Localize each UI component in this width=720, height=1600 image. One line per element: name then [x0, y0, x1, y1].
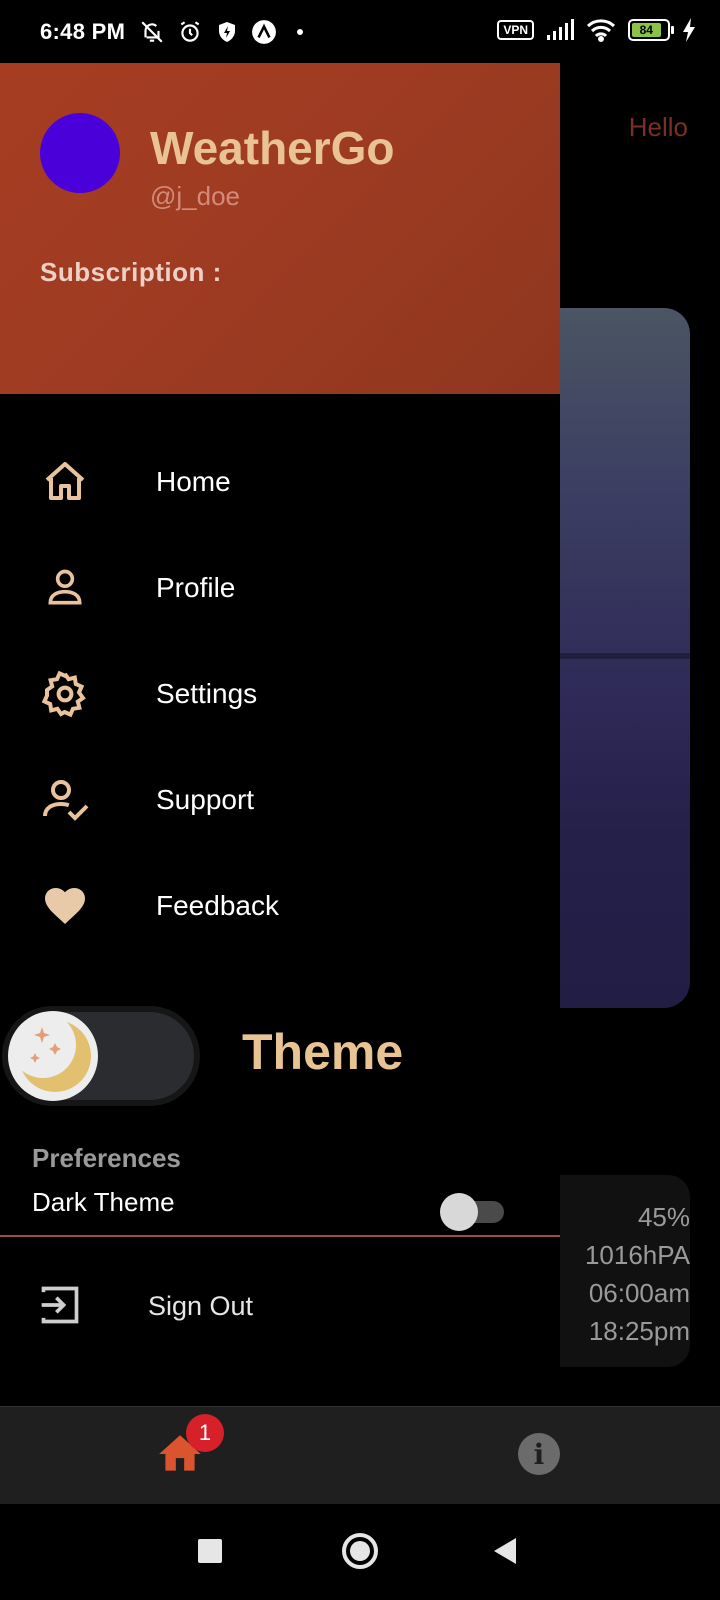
- dark-theme-switch[interactable]: [440, 1193, 506, 1231]
- notification-badge: 1: [186, 1414, 224, 1452]
- app-a-icon: [252, 20, 277, 44]
- status-time: 6:48 PM: [40, 19, 126, 44]
- dot-icon: [297, 29, 304, 35]
- charging-icon: [683, 18, 695, 42]
- menu-item-profile[interactable]: Profile: [0, 535, 560, 641]
- home-icon: [40, 457, 90, 507]
- bell-muted-icon: [141, 21, 163, 43]
- status-left-icons: [139, 19, 304, 45]
- drawer-header: WeatherGo @j_doe Subscription :: [0, 63, 560, 394]
- status-bar: 6:48 PM VPN 84: [0, 0, 720, 64]
- menu-item-label: Feedback: [156, 890, 279, 921]
- vpn-badge: VPN: [497, 20, 534, 40]
- recents-button[interactable]: [198, 1539, 222, 1563]
- humidity-value: 45%: [637, 1202, 690, 1232]
- app-name: WeatherGo: [150, 122, 395, 174]
- alarm-icon: [180, 21, 200, 42]
- dark-theme-label: Dark Theme: [32, 1187, 175, 1217]
- menu-item-label: Support: [156, 784, 255, 815]
- sunrise-value: 06:00am: [588, 1278, 690, 1308]
- theme-label: Theme: [242, 1024, 404, 1080]
- navigation-drawer: WeatherGo @j_doe Subscription : Home Pro…: [0, 63, 560, 1406]
- menu-item-feedback[interactable]: Feedback: [0, 853, 560, 959]
- dark-theme-row[interactable]: Dark Theme: [0, 1187, 560, 1237]
- support-icon: [40, 775, 90, 825]
- bottom-navigation: 1 i: [0, 1406, 720, 1504]
- avatar[interactable]: [40, 113, 120, 193]
- menu-item-label: Settings: [156, 678, 258, 709]
- battery-icon: 84: [628, 19, 674, 41]
- back-button[interactable]: [494, 1538, 516, 1564]
- wifi-icon: [586, 19, 616, 42]
- menu-item-support[interactable]: Support: [0, 747, 560, 853]
- greeting-text: Hello: [628, 112, 688, 142]
- status-right-icons: VPN 84: [497, 18, 696, 42]
- sign-out-icon: [38, 1283, 82, 1332]
- heart-icon: [40, 881, 90, 931]
- signal-icon: [547, 19, 574, 40]
- menu-item-label: Profile: [156, 572, 236, 603]
- profile-icon: [40, 563, 90, 613]
- weather-stats: 45% 1016hPA 06:00am 18:25pm: [585, 1198, 690, 1350]
- menu-item-home[interactable]: Home: [0, 429, 560, 535]
- theme-toggle[interactable]: [2, 1006, 200, 1106]
- sign-out-label: Sign Out: [148, 1291, 254, 1321]
- system-navigation: [0, 1504, 720, 1600]
- moon-icon: [8, 1011, 98, 1101]
- gear-icon: [40, 669, 90, 719]
- sunset-value: 18:25pm: [588, 1316, 690, 1346]
- drawer-menu: Home Profile Settings Support Feedback: [0, 429, 560, 959]
- subscription-label: Subscription :: [40, 257, 222, 287]
- shield-icon: [219, 22, 236, 42]
- sign-out-button[interactable]: Sign Out: [0, 1263, 560, 1353]
- menu-item-label: Home: [156, 466, 231, 497]
- home-button[interactable]: [342, 1533, 378, 1569]
- preferences-header: Preferences: [32, 1143, 181, 1173]
- menu-item-settings[interactable]: Settings: [0, 641, 560, 747]
- username: @j_doe: [150, 181, 241, 211]
- info-icon[interactable]: i: [518, 1433, 560, 1475]
- pressure-value: 1016hPA: [584, 1240, 690, 1270]
